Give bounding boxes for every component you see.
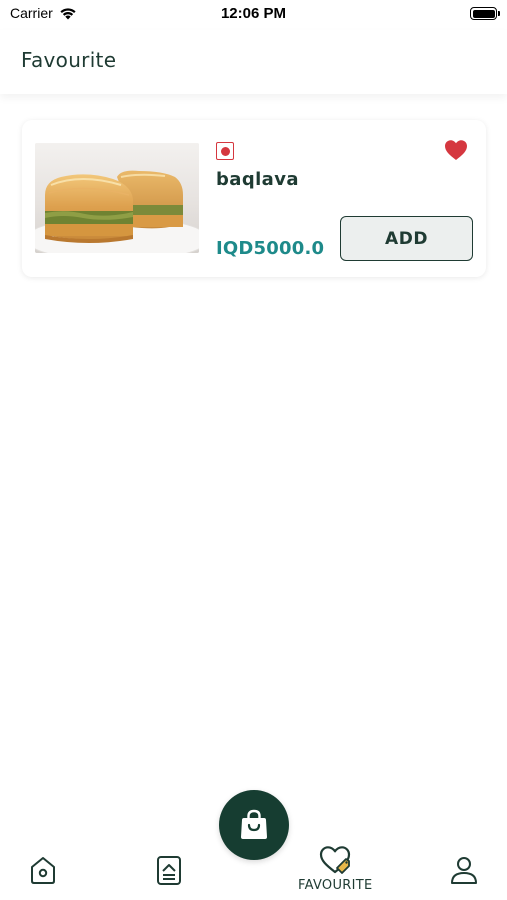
home-icon	[31, 857, 55, 884]
page-title: Favourite	[21, 48, 117, 72]
status-bar: Carrier 12:06 PM	[0, 0, 507, 30]
battery-level	[472, 9, 495, 18]
cart-button[interactable]	[219, 790, 289, 860]
indicator-dot	[220, 146, 230, 156]
favourite-screen: Carrier 12:06 PM Favourite baqlava IQD50…	[0, 0, 507, 900]
product-name: baqlava	[216, 169, 299, 190]
product-image	[35, 143, 199, 253]
nav-item-home[interactable]	[27, 854, 59, 886]
non-veg-indicator-icon	[216, 142, 234, 160]
nav-label-favourite: FAVOURITE	[298, 878, 373, 893]
heart-tag-icon	[320, 846, 351, 874]
profile-icon	[451, 857, 477, 884]
battery-icon	[470, 7, 500, 20]
status-time: 12:06 PM	[220, 5, 287, 22]
favourite-heart-icon[interactable]	[444, 139, 468, 161]
nav-item-profile[interactable]	[449, 854, 479, 886]
shopping-bag-icon	[241, 809, 267, 839]
app-header: Favourite	[0, 30, 507, 94]
product-price: IQD5000.0	[216, 238, 325, 259]
nav-item-orders[interactable]	[154, 854, 184, 886]
favourite-product-card[interactable]: baqlava IQD5000.0 ADD	[22, 120, 486, 277]
add-to-cart-button[interactable]: ADD	[340, 216, 473, 261]
nav-item-favourite[interactable]: FAVOURITE	[298, 844, 372, 893]
orders-icon	[157, 856, 181, 885]
baklava-picture	[35, 143, 199, 253]
